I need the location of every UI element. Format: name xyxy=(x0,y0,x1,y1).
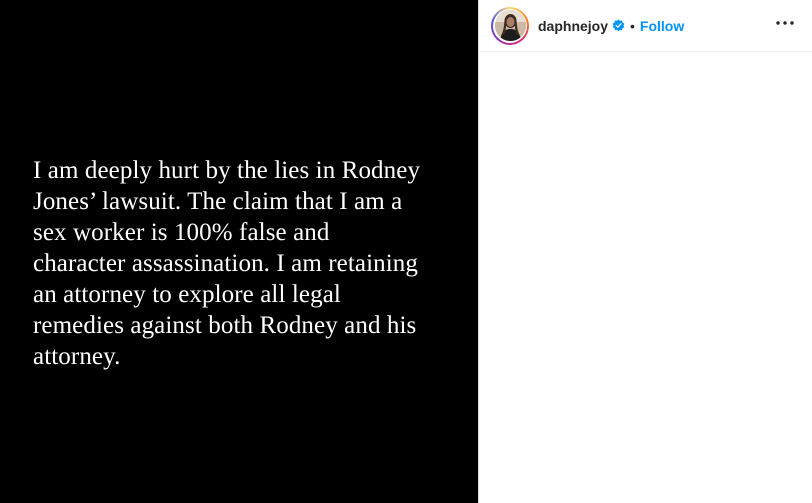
post-image-text: I am deeply hurt by the lies in Rodney J… xyxy=(33,155,463,372)
more-options-icon[interactable] xyxy=(776,14,794,32)
post-sidebar: daphnejoy • Follow xyxy=(478,0,812,503)
story-ring[interactable] xyxy=(491,6,529,45)
separator-dot: • xyxy=(630,17,635,34)
post-text-line: sex worker is 100% false and xyxy=(33,219,330,246)
post-text-line: character assassination. I am retaining xyxy=(33,250,418,277)
post-media[interactable]: I am deeply hurt by the lies in Rodney J… xyxy=(0,0,478,503)
post-container: I am deeply hurt by the lies in Rodney J… xyxy=(0,0,812,503)
avatar-image xyxy=(494,10,526,41)
post-text-line: Jones’ lawsuit. The claim that I am a xyxy=(33,188,403,215)
follow-button[interactable]: Follow xyxy=(640,18,684,34)
post-header: daphnejoy • Follow xyxy=(479,0,812,52)
post-text-line: remedies against both Rodney and his xyxy=(33,312,417,339)
avatar[interactable] xyxy=(494,10,526,41)
avatar-frame xyxy=(493,8,527,43)
post-text-line: an attorney to explore all legal xyxy=(33,281,341,308)
post-text-line: I am deeply hurt by the lies in Rodney xyxy=(33,157,421,184)
post-text-line: attorney. xyxy=(33,343,121,370)
username-link[interactable]: daphnejoy xyxy=(538,18,608,34)
verified-badge-icon xyxy=(612,19,625,32)
